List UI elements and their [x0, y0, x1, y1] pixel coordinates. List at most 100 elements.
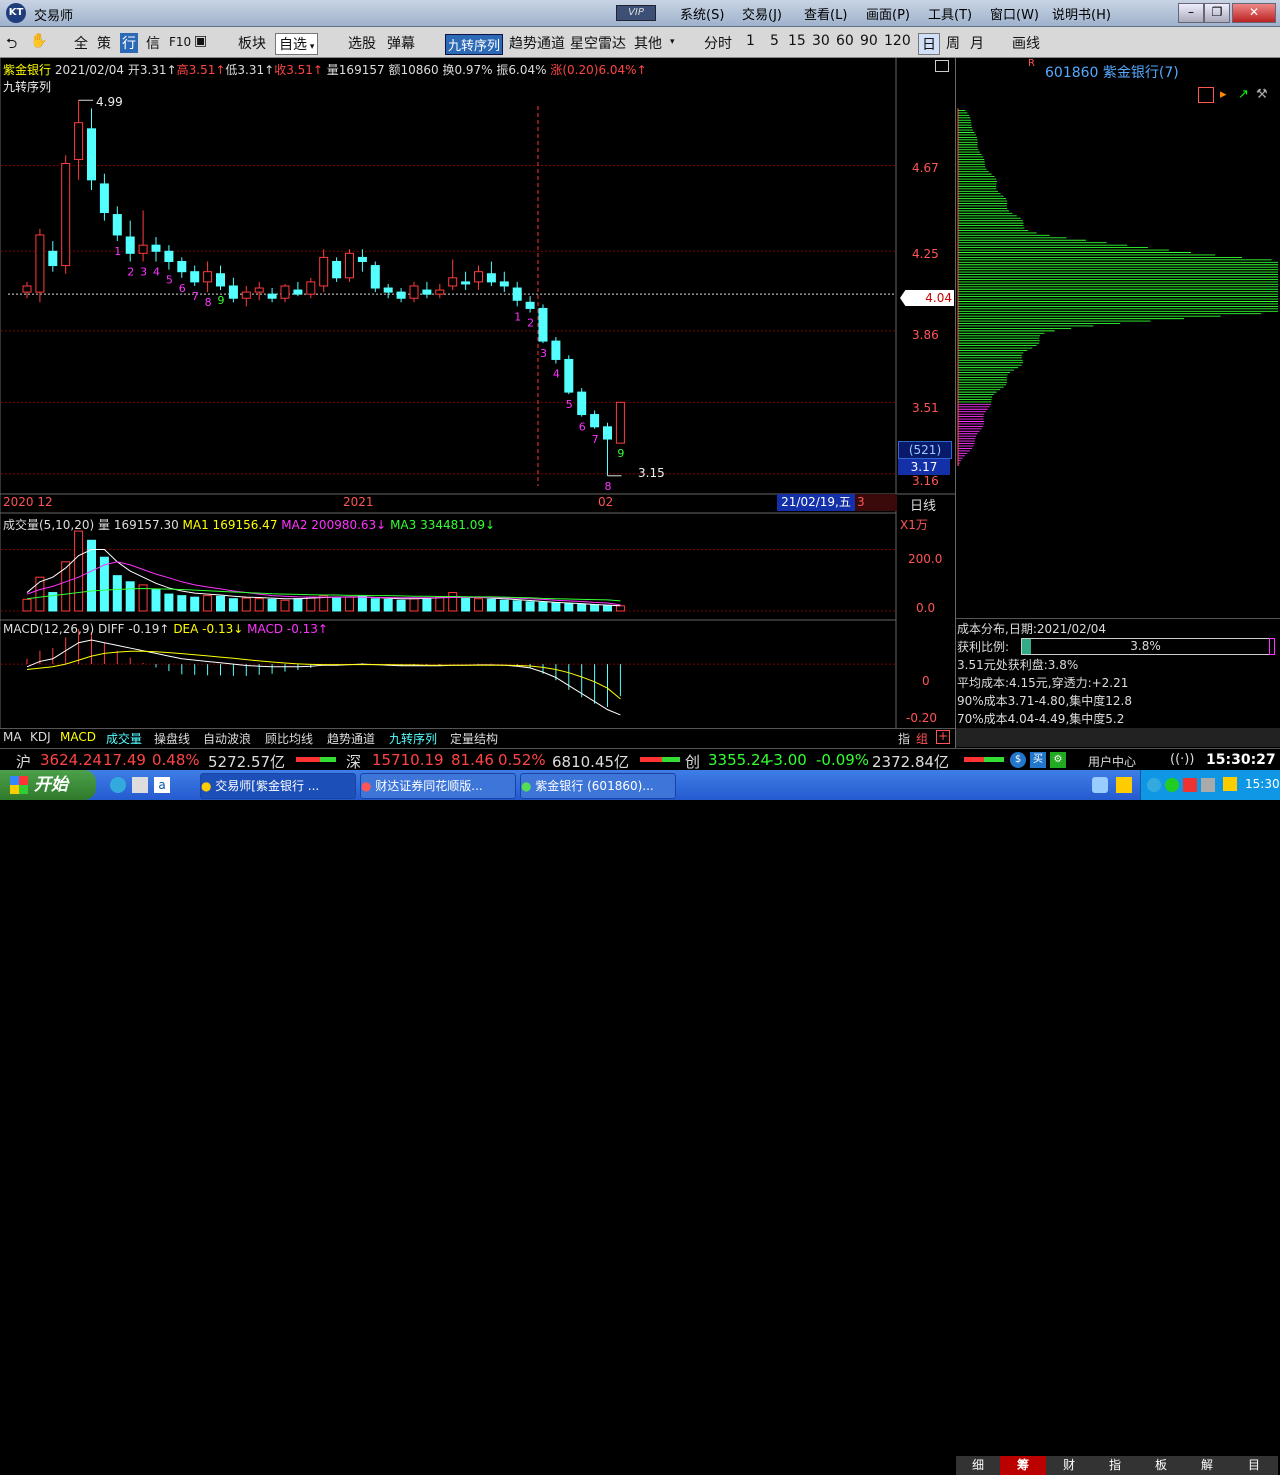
tab-gmma[interactable]: 顾比均线 — [265, 730, 313, 747]
toolbar-stock-picker[interactable]: 选股 — [348, 33, 376, 53]
dollar-icon[interactable]: $ — [1010, 752, 1026, 768]
tab-volume[interactable]: 成交量 — [106, 730, 142, 747]
tab-ma[interactable]: MA — [3, 730, 22, 744]
toolbar-radar[interactable]: 星空雷达 — [570, 33, 626, 53]
period-day[interactable]: 日 — [918, 33, 940, 55]
toolbar-quote[interactable]: 行 — [120, 33, 138, 53]
tab-index[interactable]: 指 — [898, 730, 910, 747]
tab-trend-channel[interactable]: 趋势通道 — [327, 730, 375, 747]
task-caida[interactable]: ● 财达证券同花顺版... — [360, 773, 516, 799]
tray-chat-icon[interactable] — [1165, 778, 1179, 792]
menu-window[interactable]: 窗口(W) — [990, 4, 1039, 23]
ie-icon[interactable] — [110, 777, 126, 793]
tab-operation-line[interactable]: 操盘线 — [154, 730, 190, 747]
task-browser[interactable]: ● 紫金银行 (601860)... — [520, 773, 676, 799]
volume-bar — [74, 530, 84, 612]
user-center-link[interactable]: 用户中心 — [1088, 753, 1136, 770]
vip-badge[interactable]: VIP — [616, 5, 656, 21]
side-tab-chips[interactable]: 筹 — [1000, 1456, 1046, 1475]
period-90[interactable]: 90 — [860, 33, 878, 49]
toolbar-other[interactable]: 其他 — [634, 33, 662, 53]
menu-view[interactable]: 查看(L) — [804, 4, 847, 23]
info-change: 涨(0.20)6.04%↑ — [550, 63, 647, 77]
toolbar-danmu[interactable]: 弹幕 — [387, 33, 415, 53]
volume-bar — [538, 601, 548, 612]
menu-system[interactable]: 系统(S) — [680, 4, 724, 23]
td-count-label: 6 — [179, 282, 186, 295]
period-60[interactable]: 60 — [836, 33, 854, 49]
hand-icon[interactable]: ✋ — [30, 33, 47, 49]
menu-help[interactable]: 说明书(H) — [1052, 4, 1111, 23]
tab-quant-structure[interactable]: 定量结构 — [450, 730, 498, 747]
sh-amount: 5272.57亿 — [208, 753, 286, 771]
side-tab-detail[interactable]: 细 — [956, 1456, 1000, 1475]
info-high: 高3.51↑ — [176, 63, 226, 77]
cy-amount: 2372.84亿 — [872, 753, 950, 771]
volume-bar — [577, 603, 587, 612]
period-5[interactable]: 5 — [770, 33, 779, 49]
period-intraday[interactable]: 分时 — [704, 33, 732, 53]
task-app-icon: ● — [521, 779, 536, 793]
side-tab-catalog[interactable]: 目 — [1230, 1456, 1278, 1475]
volume-bar — [125, 581, 135, 612]
toolbar-trend-channel[interactable]: 趋势通道 — [509, 33, 565, 53]
tray-network-icon[interactable] — [1223, 777, 1237, 791]
minimize-button[interactable]: – — [1178, 3, 1204, 23]
toolbar-draw[interactable]: 画线 — [1012, 33, 1040, 53]
period-120[interactable]: 120 — [884, 33, 911, 49]
td-count-label: 8 — [205, 296, 212, 309]
price-tick: 4.67 — [912, 161, 939, 175]
menu-screen[interactable]: 画面(P) — [866, 4, 910, 23]
toolbar-strategy[interactable]: 策 — [97, 33, 111, 53]
watchlist-dropdown[interactable]: 自选 ▾ — [275, 33, 319, 55]
candle-body — [551, 340, 561, 360]
add-tab-icon[interactable]: + — [936, 730, 950, 744]
period-month[interactable]: 月 — [970, 33, 984, 53]
toolbar-all[interactable]: 全 — [74, 33, 88, 53]
app-shortcut-icon[interactable]: a — [154, 777, 170, 793]
tab-kdj[interactable]: KDJ — [30, 730, 51, 744]
period-15[interactable]: 15 — [788, 33, 806, 49]
tab-wave[interactable]: 自动波浪 — [203, 730, 251, 747]
toolbar-f10[interactable]: F10 — [169, 35, 191, 49]
period-30[interactable]: 30 — [812, 33, 830, 49]
sz-breadth-bar — [640, 757, 680, 762]
side-tab-index[interactable]: 指 — [1092, 1456, 1138, 1475]
other-chevron-icon[interactable]: ▾ — [670, 37, 675, 47]
menu-trade[interactable]: 交易(J) — [742, 4, 782, 23]
cursor-number: 3 — [855, 494, 897, 511]
title-bar: KT 交易师 VIP 系统(S) 交易(J) 查看(L) 画面(P) 工具(T)… — [0, 0, 1280, 27]
task-jiaoyishi[interactable]: ● 交易师[紫金银行 ... — [200, 773, 356, 799]
tray-ie-icon[interactable] — [1147, 778, 1161, 792]
tray-speaker-icon[interactable] — [1201, 778, 1215, 792]
tray-battery-icon[interactable] — [1116, 777, 1132, 793]
candle-body — [99, 183, 109, 214]
desktop-icon[interactable] — [132, 777, 148, 793]
volume-bar — [499, 599, 509, 612]
volume-bar — [293, 598, 303, 612]
sz-label: 深 — [346, 753, 362, 771]
side-tab-finance[interactable]: 财 — [1046, 1456, 1092, 1475]
info-volume: 量169157 — [326, 63, 385, 77]
toolbar-sector[interactable]: 板块 — [238, 33, 266, 53]
period-week[interactable]: 周 — [946, 33, 960, 53]
toolbar-info[interactable]: 信 — [146, 33, 160, 53]
panel-toggle-icon[interactable] — [935, 60, 949, 72]
back-icon[interactable]: ⮌ — [6, 33, 17, 57]
maximize-button[interactable]: ❐ — [1204, 3, 1230, 23]
menu-tools[interactable]: 工具(T) — [928, 4, 972, 23]
period-1[interactable]: 1 — [746, 33, 755, 49]
tray-shield-icon[interactable] — [1183, 778, 1197, 792]
tab-group[interactable]: 组 — [916, 730, 928, 747]
side-tab-explain[interactable]: 解 — [1184, 1456, 1230, 1475]
close-button[interactable]: ✕ — [1232, 3, 1276, 23]
side-tab-sector[interactable]: 板 — [1138, 1456, 1184, 1475]
start-button[interactable]: 开始 — [0, 770, 96, 800]
toolbar-td-sequence[interactable]: 九转序列 — [445, 34, 504, 55]
tab-macd[interactable]: MACD — [60, 730, 96, 744]
window-tile-icon[interactable]: ▣ — [194, 33, 207, 49]
gear-icon[interactable]: ⚙ — [1050, 752, 1066, 768]
tab-td-sequence[interactable]: 九转序列 — [389, 730, 437, 747]
trade-icon[interactable]: 买 — [1030, 752, 1046, 768]
tray-input-icon[interactable] — [1092, 777, 1108, 793]
